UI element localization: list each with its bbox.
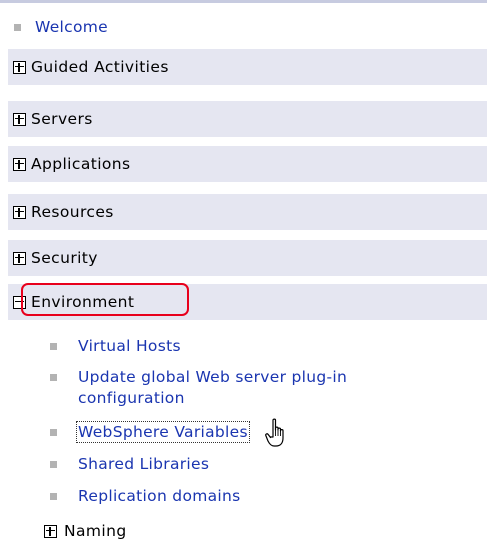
sub-item-replication-domains: Replication domains <box>0 487 241 505</box>
square-bullet-icon <box>50 461 57 468</box>
minus-box-icon[interactable] <box>13 295 26 309</box>
naming-label: Naming <box>64 522 127 540</box>
square-bullet-icon <box>50 493 57 500</box>
plus-box-icon[interactable] <box>13 251 26 265</box>
square-bullet-icon <box>50 374 57 381</box>
top-divider <box>0 0 487 3</box>
plus-box-icon[interactable] <box>13 112 26 126</box>
hand-pointer-icon <box>265 418 284 447</box>
environment-header: Environment <box>8 283 189 320</box>
sub-item-shared-libraries: Shared Libraries <box>0 455 209 473</box>
section-environment[interactable]: Environment <box>8 283 487 320</box>
section-servers[interactable]: Servers <box>8 101 487 137</box>
plus-box-icon[interactable] <box>13 60 26 74</box>
websphere-variables-link[interactable]: WebSphere Variables <box>76 421 250 443</box>
section-label: Resources <box>31 203 114 221</box>
sub-item-update-plugin: Update global Web server plug-in configu… <box>0 368 347 407</box>
plus-box-icon[interactable] <box>44 524 57 538</box>
welcome-link[interactable]: Welcome <box>35 18 108 36</box>
square-bullet-icon <box>50 343 57 350</box>
virtual-hosts-link[interactable]: Virtual Hosts <box>78 337 181 355</box>
plus-box-icon[interactable] <box>13 205 26 219</box>
replication-domains-link[interactable]: Replication domains <box>78 487 241 505</box>
shared-libraries-link[interactable]: Shared Libraries <box>78 455 209 473</box>
section-applications[interactable]: Applications <box>8 146 487 182</box>
sub-item-virtual-hosts: Virtual Hosts <box>0 337 181 355</box>
update-plugin-link[interactable]: Update global Web server plug-in configu… <box>78 368 347 407</box>
update-plugin-link-line-2[interactable]: configuration <box>78 389 347 407</box>
section-label: Applications <box>31 155 131 173</box>
section-label: Guided Activities <box>31 58 169 76</box>
plus-box-icon[interactable] <box>13 157 26 171</box>
navigation-tree: Welcome Guided Activities Servers Applic… <box>0 0 487 552</box>
section-label: Security <box>31 249 98 267</box>
update-plugin-link-line-1[interactable]: Update global Web server plug-in <box>78 368 347 386</box>
section-label: Environment <box>31 293 135 311</box>
sub-item-websphere-variables: WebSphere Variables <box>0 421 250 443</box>
nav-item-welcome: Welcome <box>0 12 108 42</box>
section-resources[interactable]: Resources <box>8 194 487 230</box>
section-label: Servers <box>31 110 93 128</box>
section-guided-activities[interactable]: Guided Activities <box>8 49 487 85</box>
square-bullet-icon <box>50 429 57 436</box>
square-bullet-icon <box>14 23 21 31</box>
section-security[interactable]: Security <box>8 240 487 276</box>
section-naming[interactable]: Naming <box>44 522 127 540</box>
